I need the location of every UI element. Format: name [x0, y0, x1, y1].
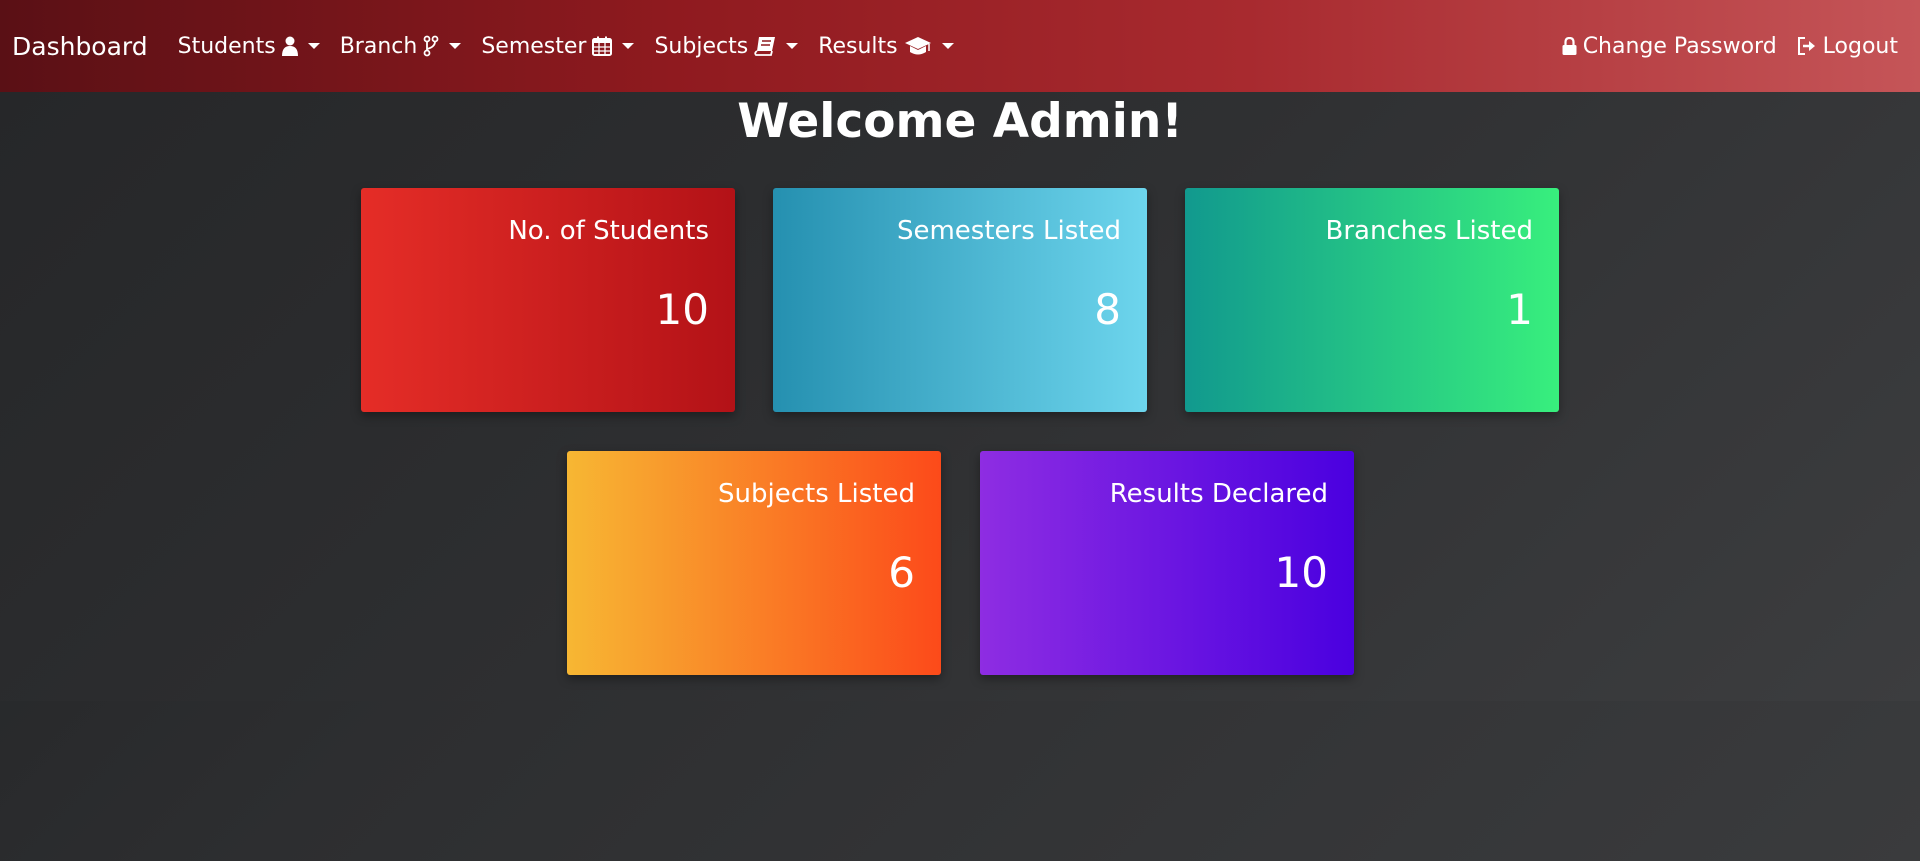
chevron-down-icon — [786, 43, 799, 49]
menu-subjects[interactable]: Subjects — [654, 33, 799, 59]
card-semesters: Semesters Listed 8 — [773, 188, 1147, 412]
menu-results[interactable]: Results — [818, 33, 954, 59]
menu-students[interactable]: Students — [178, 34, 320, 59]
card-subjects: Subjects Listed 6 — [567, 451, 941, 675]
chevron-down-icon — [449, 43, 462, 49]
change-password-label: Change Password — [1582, 33, 1777, 59]
card-results: Results Declared 10 — [980, 451, 1354, 675]
card-semesters-label: Semesters Listed — [896, 216, 1121, 246]
code-branch-icon — [423, 35, 439, 57]
chevron-down-icon — [307, 43, 320, 49]
menu-branch[interactable]: Branch — [340, 34, 462, 59]
lock-icon — [1562, 37, 1577, 55]
card-results-value: 10 — [1274, 548, 1328, 598]
chevron-down-icon — [622, 43, 635, 49]
page-background — [0, 701, 1920, 861]
card-subjects-value: 6 — [888, 548, 915, 598]
change-password-link[interactable]: Change Password — [1562, 34, 1777, 59]
card-branches-value: 1 — [1506, 285, 1533, 335]
top-navbar: Dashboard Students Branch Semester Subje… — [0, 0, 1920, 92]
dashboard-content: Welcome Admin! No. of Students 10 Semest… — [0, 92, 1920, 701]
dashboard-link[interactable]: Dashboard — [12, 32, 148, 61]
nav-right: Change Password Logout — [1562, 34, 1908, 59]
calendar-icon — [592, 36, 613, 56]
page-title: Welcome Admin! — [737, 94, 1183, 149]
book-icon — [754, 36, 776, 56]
menu-branch-label: Branch — [339, 33, 418, 59]
menu-subjects-label: Subjects — [654, 33, 749, 59]
graduation-cap-icon — [904, 36, 932, 56]
logout-icon — [1797, 37, 1817, 55]
card-students-value: 10 — [655, 285, 709, 335]
nav-menus: Students Branch Semester Subjects Result… — [178, 34, 954, 59]
menu-semester-label: Semester — [481, 33, 587, 59]
user-icon — [281, 36, 298, 56]
logout-link[interactable]: Logout — [1797, 34, 1898, 59]
card-semesters-value: 8 — [1094, 285, 1121, 335]
card-branches-label: Branches Listed — [1325, 216, 1533, 246]
card-students-label: No. of Students — [508, 216, 709, 246]
card-results-label: Results Declared — [1109, 479, 1328, 509]
card-students: No. of Students 10 — [361, 188, 735, 412]
logout-label: Logout — [1822, 33, 1898, 59]
card-branches: Branches Listed 1 — [1185, 188, 1559, 412]
menu-students-label: Students — [177, 33, 276, 59]
menu-results-label: Results — [818, 33, 898, 59]
menu-semester[interactable]: Semester — [481, 33, 635, 59]
card-subjects-label: Subjects Listed — [718, 479, 915, 509]
chevron-down-icon — [941, 43, 954, 49]
